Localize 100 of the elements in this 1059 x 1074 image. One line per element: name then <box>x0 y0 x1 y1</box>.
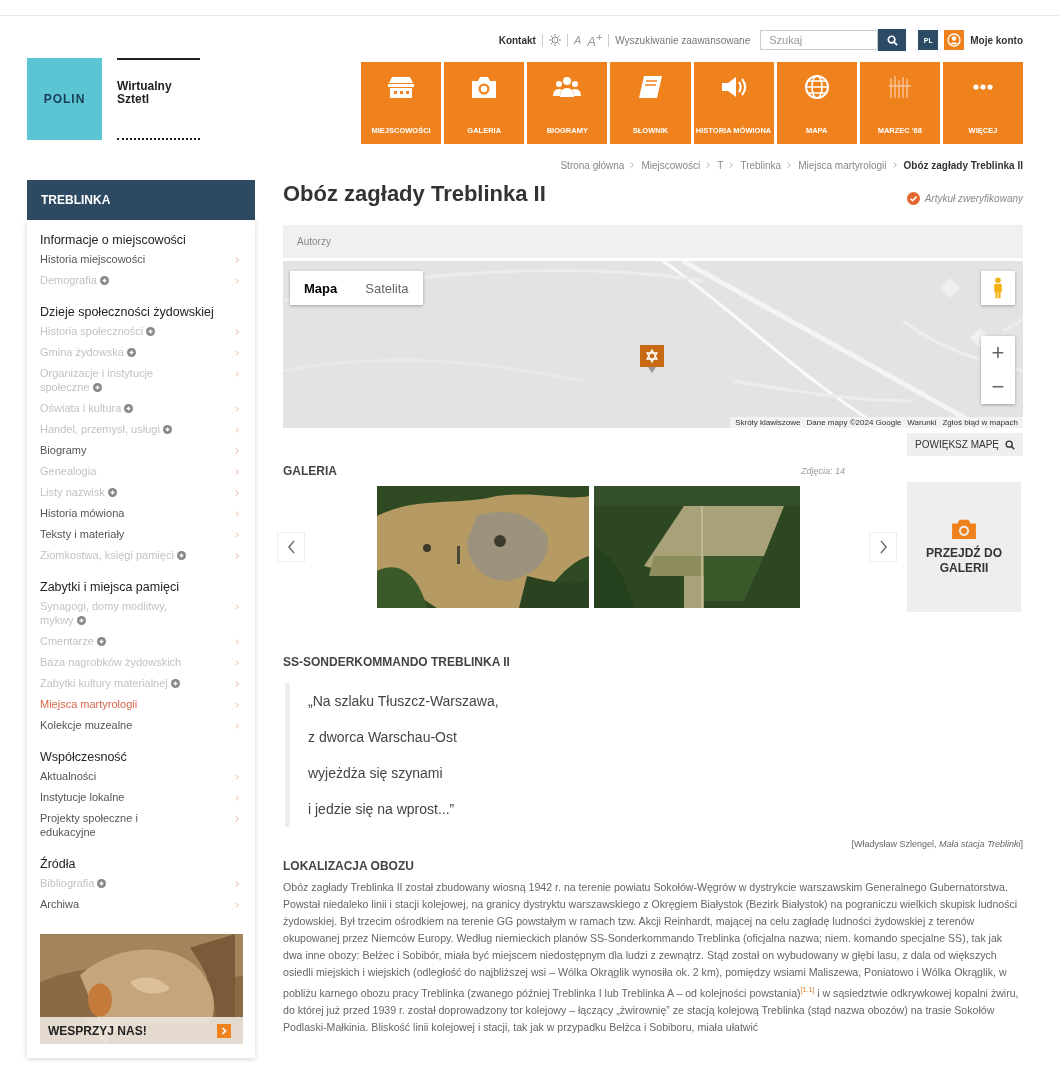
section-heading: GALERIA <box>283 464 337 478</box>
chevron-icon <box>235 468 240 476</box>
sidebar-item[interactable]: Miejsca martyrologii <box>40 694 243 715</box>
contrast-icon[interactable] <box>548 34 561 46</box>
search-field[interactable]: Szukaj <box>760 30 879 50</box>
user-icon <box>947 33 962 47</box>
authors-bar[interactable]: Autorzy <box>283 225 1023 258</box>
sidebar-header: TREBLINKA <box>27 180 255 220</box>
chevron-icon <box>787 161 793 169</box>
sidebar-item[interactable]: Historia miejscowości <box>40 249 243 270</box>
zoom-in-button[interactable]: + <box>981 336 1015 370</box>
attribution-link[interactable]: Warunki <box>907 418 937 427</box>
attribution-link[interactable]: Zgłoś błąd w mapach <box>942 418 1018 427</box>
person-icon <box>992 276 1004 300</box>
sidebar-item[interactable]: Aktualności <box>40 766 243 787</box>
chevron-icon <box>235 510 240 518</box>
quote-line: wyjeżdża się szynami <box>308 764 444 783</box>
breadcrumb-link[interactable]: Obóz zagłady Treblinka II <box>903 159 1023 171</box>
gallery-link-tile[interactable]: PRZEJDŹ DO GALERII <box>907 482 1021 612</box>
support-link[interactable]: WESPRZYJ NAS! <box>40 1017 243 1044</box>
chevron-icon <box>235 603 240 611</box>
page-title: Obóz zagłady Treblinka II <box>283 180 546 208</box>
more-icon <box>972 84 993 90</box>
chevron-icon <box>235 328 240 336</box>
sidebar-item[interactable]: Biogramy <box>40 440 243 461</box>
breadcrumb-link[interactable]: Miejscowości <box>641 159 701 171</box>
logo-brand: POLIN <box>43 92 86 106</box>
section-heading: LOKALIZACJA OBOZU <box>283 859 415 873</box>
map-marker-icon[interactable] <box>640 345 664 375</box>
chevron-icon <box>235 552 240 560</box>
quote-line: i jedzie się na wprost...” <box>308 800 456 819</box>
attribution-link[interactable]: Dane mapy ©2024 Google <box>806 418 902 427</box>
section-heading: Zabytki i miejsca pamięci <box>40 579 180 596</box>
chevron-left-icon <box>286 540 296 554</box>
chevron-icon <box>235 349 240 357</box>
advanced-search-link[interactable]: Wyszukiwanie zaawansowane <box>615 34 751 46</box>
verified-label: Artykuł zweryfikowany <box>924 193 1023 204</box>
chevron-icon <box>235 256 240 264</box>
search-icon <box>1005 439 1015 450</box>
chevron-icon <box>235 880 240 888</box>
chevron-icon <box>235 773 240 781</box>
paragraph: Obóz zagłady Treblinka II został zbudowany wiosną 1942 r. na terenie powiatu Sokołów-Węgrów w dystrykcie warszawskim Generalnego Gubernatorstwa. Powstał niedaleko linii i stacji kolejowej, na granicy dystryktu warszawskiego z Okręgiem Białystok (Bezirk Białystok) na pograniczu wielkich skupisk ludności żydowskiej. Był trzecim ośrodkiem na terenie GG powstałym w ramach tzw. Akcji Reinhardt, mającej na celu zagładę ludności żydowskiej z terenów okupowanej przez Niemców Europy. Według niemieckich planów SS-Sonderkommando Treblinka (oficjalna nazwa; niem. komando specjalne SS), tak jak dwa inne obozy: Bełżec i Sobibór, miała być miejscem niedostępnym dla ludzi z zewnątrz. Stąd został on wybudowany w głębi lasu, z dala od większych osiedli miejskich i wiejskich (odległość do najbliższej wsi – Wólka Okrąglik wynosiła ok. 2 km), pomiędzy wsiami Maliszewa, Poniatowo i Wólka Okrąglik, w pobliżu karnego obozu pracy Treblinka (zwanego później Treblinka I lub Treblinka A – od kolejności powstania)$^{[1.1]}$ i w sąsiedztwie odkrywkowej kopalni żwiru, do której już przed 1939 r. został doprowadzony tor kolejowy – łączący „żwirownię” ze stacją kolejową Treblinka (stąd nazwa obozów) na trasie Sokołów Podlaski-Małkinia. Bliskość linii kolejowej i stacji, tak jak w przypadku Bełżca i Sobiboru, miała ułatwić <box>283 880 1020 1035</box>
breadcrumb-link[interactable]: Miejsca martyrologii <box>798 159 887 171</box>
chevron-icon <box>235 701 240 709</box>
chevron-icon <box>235 815 240 823</box>
chevron-icon <box>235 659 240 667</box>
section-heading: Informacje o miejscowości <box>40 232 187 249</box>
font-increase-link[interactable]: A$^{+}$ <box>587 30 603 50</box>
chevron-icon <box>235 680 240 688</box>
camera-icon <box>950 518 978 540</box>
photo-count: Zdjęcia: 14 <box>800 466 845 476</box>
zoom-out-button[interactable]: − <box>981 370 1015 404</box>
chevron-icon <box>892 161 898 169</box>
next-button[interactable] <box>869 532 897 562</box>
chevron-icon <box>235 277 240 285</box>
chevron-icon <box>235 405 240 413</box>
section-heading: SS-SONDERKOMMANDO TREBLINKA II <box>283 655 511 669</box>
chevron-icon <box>235 531 240 539</box>
chevron-right-icon <box>878 540 888 554</box>
search-button[interactable] <box>878 29 907 51</box>
quote-line: „Na szlaku Tłuszcz-Warszawa, <box>308 692 500 711</box>
sidebar-item[interactable]: Archiwa <box>40 894 243 915</box>
breadcrumb-link[interactable]: Treblinka <box>740 159 782 171</box>
breadcrumb-link[interactable]: Strona główna <box>560 159 625 171</box>
chevron-icon <box>235 489 240 497</box>
logo-tile[interactable]: POLIN <box>27 58 102 140</box>
chevron-icon <box>235 370 240 378</box>
sidebar-item[interactable]: Instytucje lokalne <box>40 787 243 808</box>
map-type-tab[interactable]: Mapa <box>290 271 352 305</box>
quote-line: z dworca Warschau-Ost <box>308 728 458 747</box>
account-link[interactable]: Moje konto <box>970 34 1023 46</box>
sidebar-item[interactable]: Teksty i materiały <box>40 524 243 545</box>
contact-link[interactable]: Kontakt <box>498 34 536 46</box>
quote-source: [Władysław Szlengel, Mała stacja Treblinki] <box>850 839 1023 849</box>
enlarge-map-button[interactable]: POWIĘKSZ MAPĘ <box>907 433 1023 456</box>
chevron-icon <box>235 794 240 802</box>
section-heading: Dzieje społeczności żydowskiej <box>40 304 215 321</box>
chevron-icon <box>729 161 735 169</box>
site-title: Wirtualny Sztetl <box>117 58 200 140</box>
chevron-icon <box>706 161 712 169</box>
chevron-icon <box>235 426 240 434</box>
section-heading: Źródła <box>40 856 77 873</box>
chevron-icon <box>235 901 240 909</box>
attribution-link[interactable]: Skróty klawiszowe <box>735 418 801 427</box>
breadcrumb-link[interactable]: T <box>717 159 724 171</box>
building-icon <box>386 74 417 100</box>
account-button[interactable] <box>944 30 965 50</box>
chevron-icon <box>235 722 240 730</box>
sidebar-item[interactable]: Kolekcje muzealne <box>40 715 243 736</box>
search-icon <box>886 34 898 46</box>
sidebar-item[interactable]: Projekty społeczne i edukacyjne <box>40 808 243 843</box>
check-icon <box>906 192 920 205</box>
people-icon <box>552 74 583 100</box>
street-view-button[interactable] <box>981 271 1015 305</box>
font-decrease-link[interactable]: A <box>573 34 582 46</box>
section-heading: Współczesność <box>40 749 128 766</box>
sidebar-item[interactable]: Historia mówiona <box>40 503 243 524</box>
chevron-icon <box>235 447 240 455</box>
map-type-tab[interactable]: Satelita <box>351 271 423 305</box>
previous-button[interactable] <box>277 532 305 562</box>
